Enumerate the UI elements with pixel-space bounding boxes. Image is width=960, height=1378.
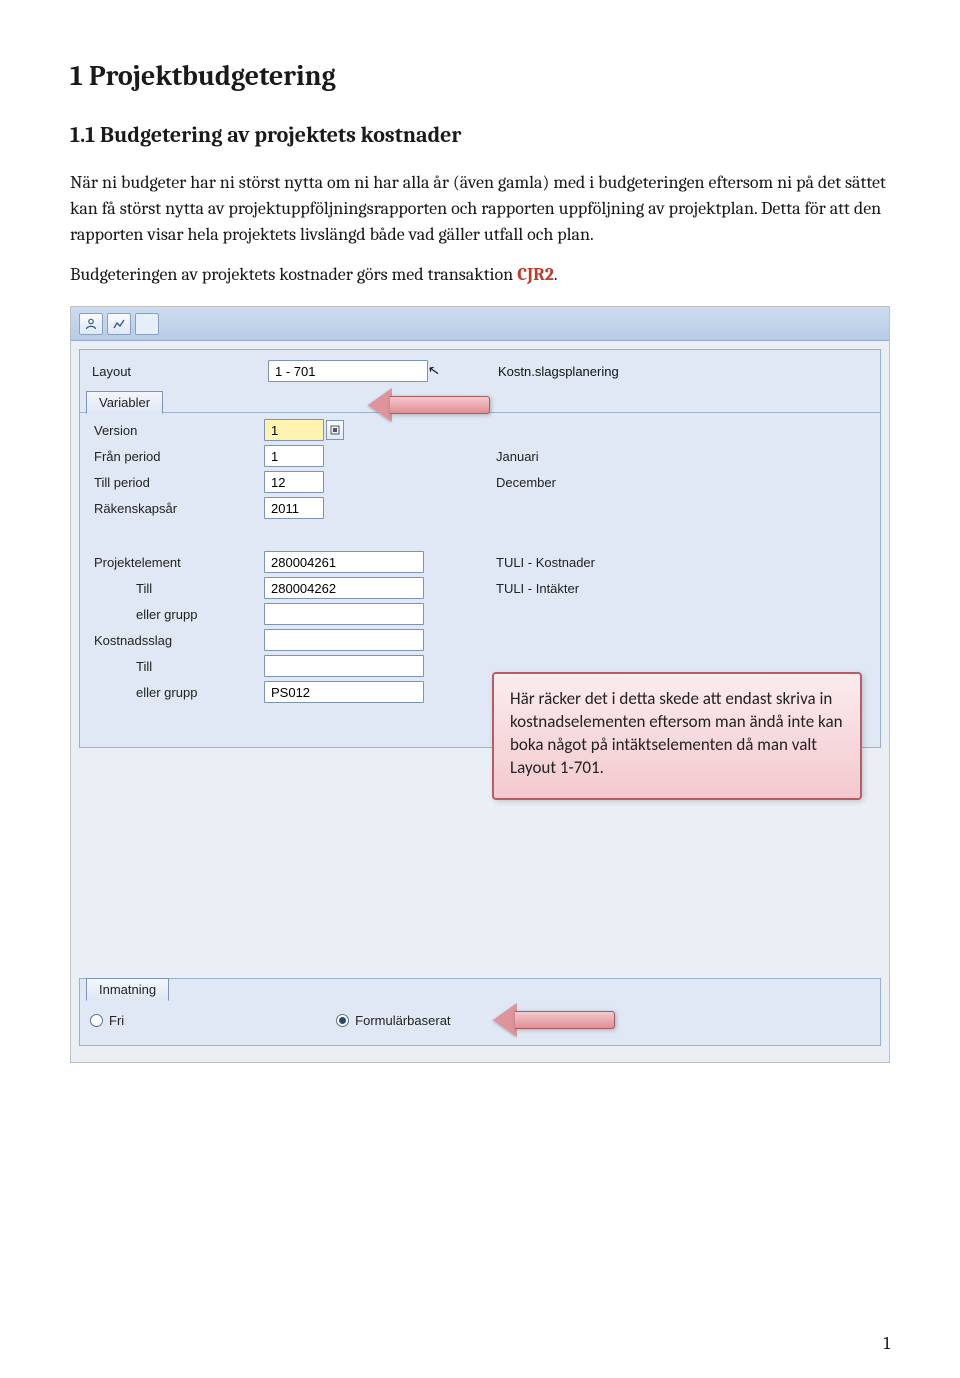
transaction-code: CJR2 [517, 264, 554, 285]
toolbar-button-blank[interactable] [135, 313, 159, 335]
input-proj-elem[interactable] [264, 551, 424, 573]
desc-from-period: Januari [454, 449, 539, 464]
layout-input[interactable] [268, 360, 428, 382]
label-from-period: Från period [88, 449, 264, 464]
doc-heading-2: 1.1 Budgetering av projektets kostnader [70, 122, 890, 148]
input-kost-till[interactable] [264, 655, 424, 677]
row-from-period: Från period Januari [80, 443, 880, 469]
label-proj-elem: Projektelement [88, 555, 264, 570]
tab-variabler[interactable]: Variabler [86, 391, 163, 414]
label-kost-till: Till [88, 659, 264, 674]
label-radio-fri: Fri [109, 1013, 124, 1028]
input-proj-till[interactable] [264, 577, 424, 599]
desc-proj-elem: TULI - Kostnader [454, 555, 595, 570]
input-kostslag[interactable] [264, 629, 424, 651]
input-kost-grupp[interactable] [264, 681, 424, 703]
label-kost-grupp: eller grupp [88, 685, 264, 700]
row-proj-elem: Projektelement TULI - Kostnader [80, 549, 880, 575]
sap-body: Layout ↖ Kostn.slagsplanering Variabler … [71, 341, 889, 1062]
row-proj-grupp: eller grupp [80, 601, 880, 627]
arrow-annotation-radio [493, 1005, 623, 1035]
input-from-period[interactable] [264, 445, 324, 467]
paragraph-1: När ni budgeter har ni störst nytta om n… [70, 170, 890, 248]
radio-fri[interactable] [90, 1014, 103, 1027]
arrow-annotation-version [368, 390, 498, 420]
row-fy: Räkenskapsår [80, 495, 880, 521]
f4-help-button[interactable] [326, 420, 344, 440]
sap-screenshot: Layout ↖ Kostn.slagsplanering Variabler … [70, 306, 890, 1063]
input-to-period[interactable] [264, 471, 324, 493]
layout-desc: Kostn.slagsplanering [498, 364, 619, 379]
radio-row: Fri Formulärbaserat [80, 999, 880, 1045]
label-version: Version [88, 423, 264, 438]
para2-pre: Budgeteringen av projektets kostnader gö… [70, 264, 517, 285]
label-kostslag: Kostnadsslag [88, 633, 264, 648]
label-radio-form: Formulärbaserat [355, 1013, 450, 1028]
radio-form[interactable] [336, 1014, 349, 1027]
callout-annotation: Här räcker det i detta skede att endast … [492, 672, 862, 800]
layout-label: Layout [88, 364, 268, 379]
sap-toolbar [71, 307, 889, 341]
desc-proj-till: TULI - Intäkter [454, 581, 579, 596]
label-fy: Räkenskapsår [88, 501, 264, 516]
row-version: Version [80, 417, 880, 443]
tab-inmatning[interactable]: Inmatning [86, 978, 169, 1001]
row-proj-till: Till TULI - Intäkter [80, 575, 880, 601]
toolbar-button-user-icon[interactable] [79, 313, 103, 335]
label-proj-till: Till [88, 581, 264, 596]
row-kostslag: Kostnadsslag [80, 627, 880, 653]
label-proj-grupp: eller grupp [88, 607, 264, 622]
para2-post: . [554, 264, 558, 285]
input-fy[interactable] [264, 497, 324, 519]
label-to-period: Till period [88, 475, 264, 490]
toolbar-button-chart-icon[interactable] [107, 313, 131, 335]
variabler-panel: Version Från period Januari [80, 412, 880, 711]
doc-heading-1: 1 Projektbudgetering [70, 60, 890, 92]
desc-to-period: December [454, 475, 556, 490]
row-to-period: Till period December [80, 469, 880, 495]
sap-panel-main: Layout ↖ Kostn.slagsplanering Variabler … [79, 349, 881, 748]
layout-row: Layout ↖ Kostn.slagsplanering [80, 356, 880, 386]
input-proj-grupp[interactable] [264, 603, 424, 625]
paragraph-2: Budgeteringen av projektets kostnader gö… [70, 262, 890, 288]
input-version[interactable] [264, 419, 324, 441]
page-number: 1 [883, 1333, 890, 1354]
sap-panel-input: Inmatning Fri Formulärbaserat [79, 978, 881, 1046]
